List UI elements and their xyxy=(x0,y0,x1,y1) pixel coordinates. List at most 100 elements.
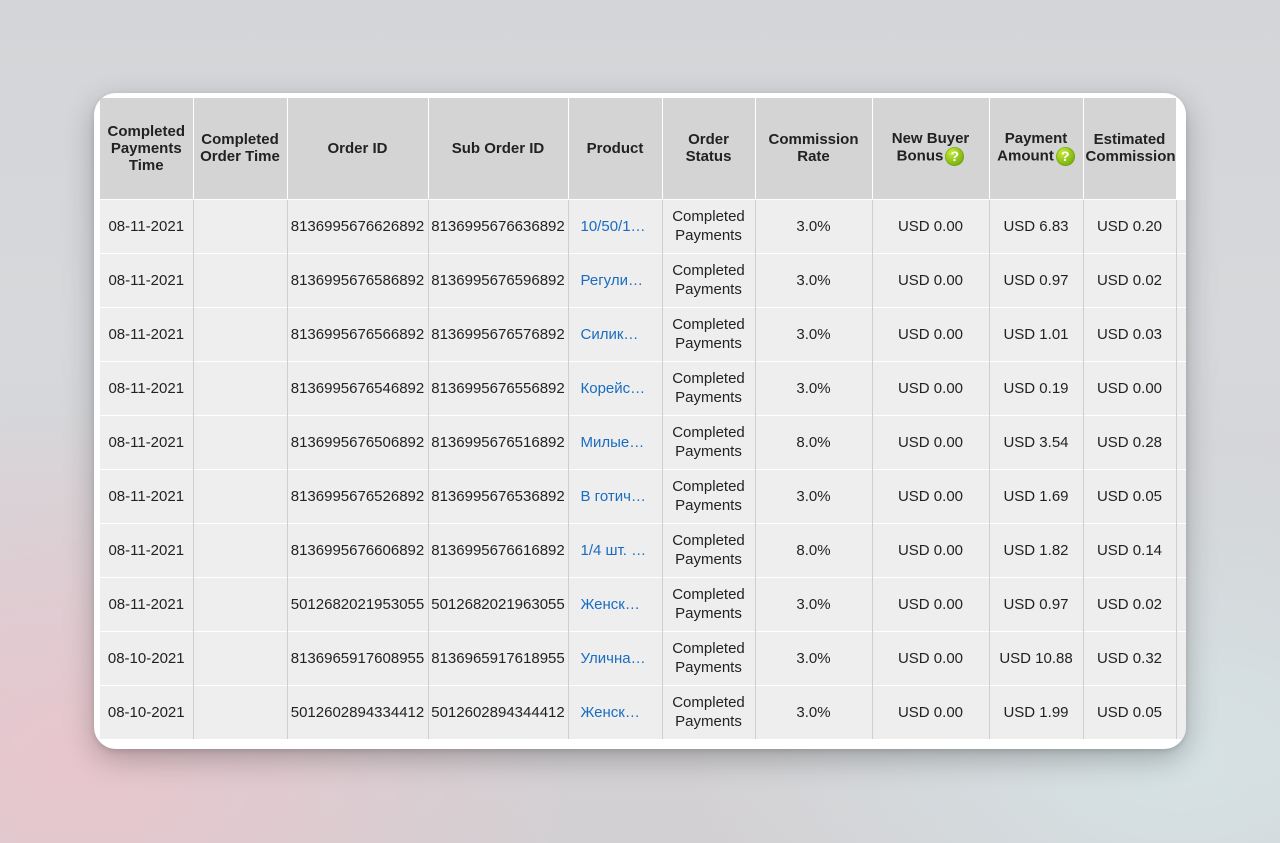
table-row: 08-11-2021 8136995676546892 81369956765568… xyxy=(100,360,1186,415)
header-sub-order-id: Sub Order ID xyxy=(428,98,569,199)
cell-payment-time: 08-11-2021 xyxy=(100,576,194,631)
cell-order-time xyxy=(193,576,288,631)
cell-new-buyer-bonus: USD 0.00 xyxy=(872,198,990,253)
cell-sub-order-id: 8136995676556892 xyxy=(428,360,569,415)
cell-estimated-commission: USD 0.03 xyxy=(1083,306,1177,361)
cell-product: В готич… xyxy=(568,468,663,523)
cell-order-id: 8136995676506892 xyxy=(287,414,429,469)
cell-order-time xyxy=(193,198,288,253)
cell-order-status: Completed Payments xyxy=(662,468,756,523)
table-row: 08-10-2021 8136965917608955 81369659176189… xyxy=(100,630,1186,685)
cell-payment-amount: USD 1.01 xyxy=(989,306,1084,361)
cell-order-id: 8136995676566892 xyxy=(287,306,429,361)
cell-overflow-column xyxy=(1176,630,1186,685)
cell-payment-time: 08-11-2021 xyxy=(100,252,194,307)
cell-payment-amount: USD 10.88 xyxy=(989,630,1084,685)
table-row: 08-11-2021 8136995676526892 81369956765368… xyxy=(100,468,1186,523)
header-overflow-column xyxy=(1176,98,1186,199)
cell-order-id: 8136995676586892 xyxy=(287,252,429,307)
cell-payment-amount: USD 3.54 xyxy=(989,414,1084,469)
product-link[interactable]: В готич… xyxy=(581,488,646,505)
cell-new-buyer-bonus: USD 0.00 xyxy=(872,468,990,523)
cell-product: Женск… xyxy=(568,684,663,739)
cell-commission-rate: 8.0% xyxy=(755,414,873,469)
help-icon[interactable]: ? xyxy=(1055,147,1075,167)
cell-sub-order-id: 8136995676536892 xyxy=(428,468,569,523)
table-header-row: Completed Payments Time Completed Order … xyxy=(100,98,1186,199)
cell-product: 1/4 шт. … xyxy=(568,522,663,577)
product-link[interactable]: Силик… xyxy=(581,326,639,343)
product-link[interactable]: Женск… xyxy=(581,596,640,613)
cell-overflow-column xyxy=(1176,468,1186,523)
header-commission-rate: Commission Rate xyxy=(755,98,873,199)
table-row: 08-11-2021 8136995676606892 81369956766168… xyxy=(100,522,1186,577)
cell-sub-order-id: 5012602894344412 xyxy=(428,684,569,739)
cell-estimated-commission: USD 0.02 xyxy=(1083,252,1177,307)
cell-new-buyer-bonus: USD 0.00 xyxy=(872,576,990,631)
cell-commission-rate: 3.0% xyxy=(755,468,873,523)
orders-table-container[interactable]: Completed Payments Time Completed Order … xyxy=(100,98,1186,744)
table-row: 08-11-2021 8136995676586892 81369956765968… xyxy=(100,252,1186,307)
cell-sub-order-id: 5012682021963055 xyxy=(428,576,569,631)
header-order-status: Order Status xyxy=(662,98,756,199)
cell-estimated-commission: USD 0.14 xyxy=(1083,522,1177,577)
cell-order-status: Completed Payments xyxy=(662,522,756,577)
product-link[interactable]: Корейс… xyxy=(581,380,646,397)
cell-new-buyer-bonus: USD 0.00 xyxy=(872,414,990,469)
cell-payment-time: 08-10-2021 xyxy=(100,684,194,739)
help-icon[interactable]: ? xyxy=(945,147,965,167)
header-new-buyer-bonus: New Buyer Bonus? xyxy=(872,98,990,199)
product-link[interactable]: 1/4 шт. … xyxy=(581,542,647,559)
cell-order-id: 8136995676526892 xyxy=(287,468,429,523)
header-completed-payments-time[interactable]: Completed Payments Time xyxy=(100,98,194,199)
cell-new-buyer-bonus: USD 0.00 xyxy=(872,684,990,739)
cell-overflow-column xyxy=(1176,306,1186,361)
header-payment-amount: Payment Amount? xyxy=(989,98,1084,199)
cell-payment-time: 08-11-2021 xyxy=(100,306,194,361)
header-product: Product xyxy=(568,98,663,199)
cell-commission-rate: 3.0% xyxy=(755,630,873,685)
cell-product: Корейс… xyxy=(568,360,663,415)
cell-overflow-column xyxy=(1176,684,1186,739)
product-link[interactable]: Женск… xyxy=(581,704,640,721)
cell-commission-rate: 3.0% xyxy=(755,684,873,739)
product-link[interactable]: 10/50/1… xyxy=(581,218,646,235)
cell-order-status: Completed Payments xyxy=(662,306,756,361)
cell-order-id: 5012602894334412 xyxy=(287,684,429,739)
cell-commission-rate: 3.0% xyxy=(755,252,873,307)
cell-sub-order-id: 8136995676616892 xyxy=(428,522,569,577)
product-link[interactable]: Регули… xyxy=(581,272,643,289)
cell-product: Милые… xyxy=(568,414,663,469)
cell-payment-amount: USD 0.97 xyxy=(989,252,1084,307)
cell-estimated-commission: USD 0.02 xyxy=(1083,576,1177,631)
product-link[interactable]: Улична… xyxy=(581,650,646,667)
cell-overflow-column xyxy=(1176,198,1186,253)
cell-product: 10/50/1… xyxy=(568,198,663,253)
cell-order-status: Completed Payments xyxy=(662,360,756,415)
table-row: 08-11-2021 5012682021953055 50126820219630… xyxy=(100,576,1186,631)
cell-order-status: Completed Payments xyxy=(662,198,756,253)
cell-order-id: 8136995676626892 xyxy=(287,198,429,253)
cell-commission-rate: 3.0% xyxy=(755,576,873,631)
cell-order-status: Completed Payments xyxy=(662,684,756,739)
cell-payment-time: 08-11-2021 xyxy=(100,522,194,577)
cell-order-id: 8136965917608955 xyxy=(287,630,429,685)
cell-overflow-column xyxy=(1176,360,1186,415)
cell-payment-amount: USD 0.19 xyxy=(989,360,1084,415)
cell-payment-time: 08-11-2021 xyxy=(100,198,194,253)
cell-product: Улична… xyxy=(568,630,663,685)
product-link[interactable]: Милые… xyxy=(581,434,645,451)
cell-product: Регули… xyxy=(568,252,663,307)
table-row: 08-11-2021 8136995676626892 81369956766368… xyxy=(100,198,1186,253)
cell-payment-amount: USD 1.82 xyxy=(989,522,1084,577)
cell-order-time xyxy=(193,522,288,577)
cell-payment-amount: USD 1.99 xyxy=(989,684,1084,739)
cell-payment-amount: USD 6.83 xyxy=(989,198,1084,253)
cell-commission-rate: 3.0% xyxy=(755,360,873,415)
cell-estimated-commission: USD 0.28 xyxy=(1083,414,1177,469)
cell-sub-order-id: 8136995676636892 xyxy=(428,198,569,253)
cell-commission-rate: 8.0% xyxy=(755,522,873,577)
cell-order-id: 8136995676606892 xyxy=(287,522,429,577)
cell-product: Женск… xyxy=(568,576,663,631)
header-completed-order-time[interactable]: Completed Order Time xyxy=(193,98,288,199)
